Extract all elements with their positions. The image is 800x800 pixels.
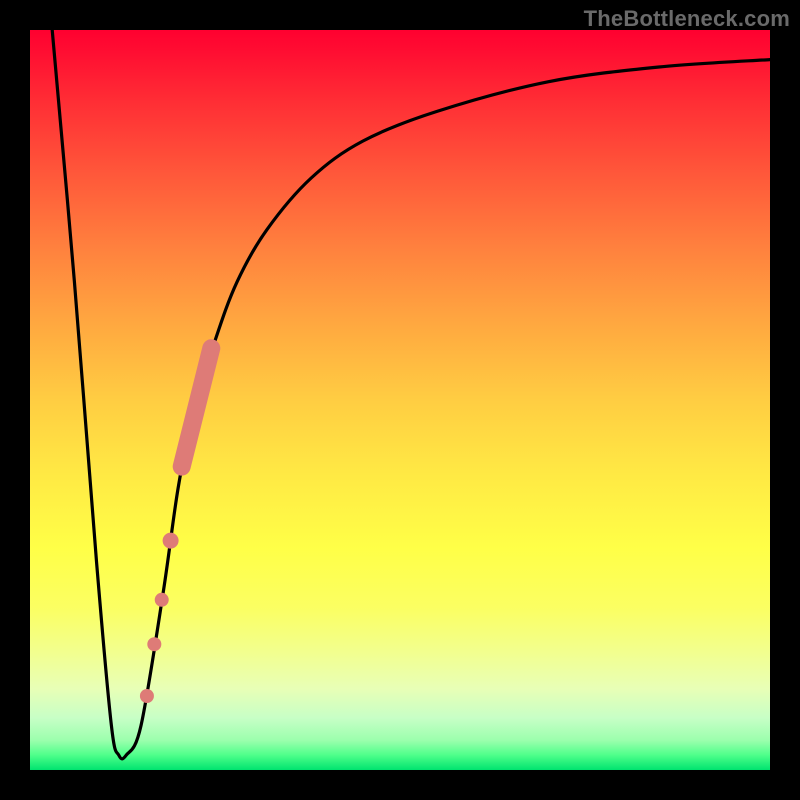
highlight-dot <box>163 533 179 549</box>
highlight-dot <box>155 593 169 607</box>
bottleneck-curve-svg <box>30 30 770 770</box>
plot-area <box>30 30 770 770</box>
chart-frame: TheBottleneck.com <box>0 0 800 800</box>
bottleneck-curve <box>52 30 770 759</box>
highlight-dot <box>147 637 161 651</box>
highlight-band <box>182 348 212 466</box>
highlight-dot <box>140 689 154 703</box>
watermark-text: TheBottleneck.com <box>584 6 790 32</box>
